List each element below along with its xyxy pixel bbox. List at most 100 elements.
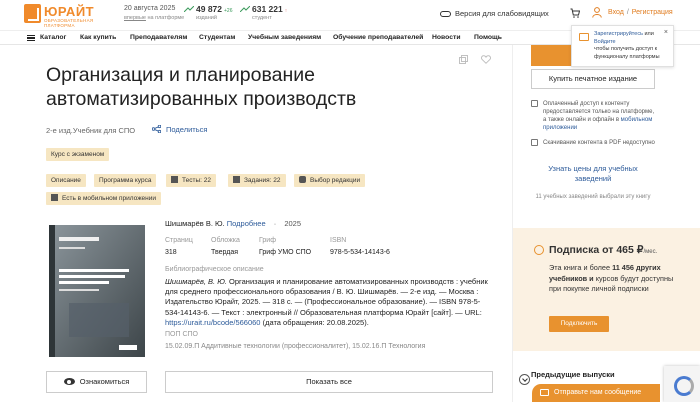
pages-value: 318 xyxy=(165,249,177,256)
subscription-per: /мес. xyxy=(643,249,658,255)
logo-icon xyxy=(24,4,41,23)
tab-tests-label: Тесты: 22 xyxy=(182,177,211,184)
recaptcha-badge[interactable] xyxy=(664,366,700,402)
chat-label: Отправьте нам сообщение xyxy=(554,389,642,396)
eye-icon xyxy=(63,378,75,385)
book-cover[interactable] xyxy=(49,225,145,357)
nav-item-help[interactable]: Помощь xyxy=(474,34,502,41)
book-open-icon xyxy=(579,33,589,41)
pop-value: 15.02.09.П Аддитивные технологии (профес… xyxy=(165,343,426,350)
show-all-button[interactable]: Показать все xyxy=(165,371,493,393)
stat-editions: 49 872 +26 изданий xyxy=(184,4,233,21)
nav-item-news[interactable]: Новости xyxy=(432,34,461,41)
tab-assignments-label: Задания: 22 xyxy=(244,177,281,184)
nav-item-teacher-training[interactable]: Обучение преподавателей xyxy=(333,34,423,41)
list-icon xyxy=(233,176,240,183)
exam-badge: Курс с экзаменом xyxy=(46,148,110,161)
tab-tests[interactable]: Тесты: 22 xyxy=(166,174,216,187)
author-name: Шишмарёв В. Ю. xyxy=(165,219,225,228)
cart-icon[interactable] xyxy=(570,8,580,18)
tooltip-login-link[interactable]: Войдите xyxy=(594,39,616,45)
chat-button[interactable]: Отправьте нам сообщение xyxy=(532,384,660,402)
date-sub-link[interactable]: впервые xyxy=(124,15,146,21)
stat-students: 631 221 ↑ студент xyxy=(240,4,288,21)
access-info: Оплаченный доступ к контенту предоставля… xyxy=(531,100,656,132)
nav-item-students[interactable]: Студентам xyxy=(199,34,235,41)
date-subtitle: впервые на платформе xyxy=(124,15,184,21)
grif-label: Гриф xyxy=(259,237,276,244)
login-link[interactable]: Вход xyxy=(608,9,624,16)
stat-editions-delta: +26 xyxy=(224,8,233,14)
current-date: 20 августа 2025 xyxy=(124,5,176,12)
page-title: Организация и планирование автоматизиров… xyxy=(46,64,357,110)
subscription-title: Подписка от 465 ₽/мес. xyxy=(549,244,657,256)
pages-label: Страниц xyxy=(165,237,193,244)
tooltip-register-link[interactable]: Зарегистрируйтесь xyxy=(594,31,643,37)
share-button[interactable]: Поделиться xyxy=(152,125,207,134)
bibliography-label: Библиографическое описание xyxy=(165,266,264,273)
trend-up-icon xyxy=(184,6,194,12)
nav-item-institutions[interactable]: Учебным заведениям xyxy=(248,34,321,41)
author-line: Шишмарёв В. Ю. Подробнее · 2025 xyxy=(165,219,302,228)
logo[interactable]: ЮРАЙТ ОБРАЗОВАТЕЛЬНАЯ ПЛАТФОРМА xyxy=(24,4,100,28)
author-more-link[interactable]: Подробнее xyxy=(227,219,266,228)
date-sub-suffix: на платформе xyxy=(145,15,185,21)
device-icon xyxy=(531,100,538,107)
tab-description[interactable]: Описание xyxy=(46,174,86,187)
preview-button[interactable]: Ознакомиться xyxy=(46,371,147,393)
logo-text: ЮРАЙТ xyxy=(44,4,95,19)
tooltip-text: чтобы получить доступ к функционалу плат… xyxy=(594,46,660,60)
publication-year: 2025 xyxy=(284,219,302,228)
trend-up-icon xyxy=(240,6,250,12)
download-icon xyxy=(531,139,538,146)
chevron-down-icon[interactable] xyxy=(519,374,530,385)
subscribe-button[interactable]: Подключить xyxy=(549,316,609,332)
pop-label: ПОП СПО xyxy=(165,331,198,338)
tooltip-or: или xyxy=(642,31,654,37)
menu-icon[interactable] xyxy=(27,35,35,41)
list-icon xyxy=(171,176,178,183)
preview-label: Ознакомиться xyxy=(79,377,130,386)
tab-assignments[interactable]: Задания: 22 xyxy=(228,174,286,187)
download-info-text: Скачивание контента в PDF недоступно xyxy=(543,140,655,146)
share-icon xyxy=(152,125,161,133)
buy-print-button[interactable]: Купить печатное издание xyxy=(531,69,655,89)
nav-item-catalog[interactable]: Каталог xyxy=(40,34,66,41)
favorite-heart-icon[interactable] xyxy=(481,55,491,64)
stat-students-label: студент xyxy=(252,15,272,21)
previous-issues-title[interactable]: Предыдущие выпуски xyxy=(531,370,615,379)
sub-text-a: Эта книга и более xyxy=(549,263,613,272)
grif-value: Гриф УМО СПО xyxy=(259,249,312,256)
mobile-app-badge[interactable]: Есть в мобильном приложении xyxy=(46,192,162,205)
nav-item-teachers[interactable]: Преподавателям xyxy=(130,34,187,41)
isbn-value: 978-5-534-14143-6 xyxy=(330,249,390,256)
auth-tooltip: × Зарегистрируйтесь или Войдите чтобы по… xyxy=(571,25,674,67)
download-info: Скачивание контента в PDF недоступно xyxy=(531,139,656,147)
copy-icon[interactable] xyxy=(459,55,468,64)
editors-choice-label: Выбор редакции xyxy=(310,177,361,184)
close-icon[interactable]: × xyxy=(664,29,668,37)
share-label: Поделиться xyxy=(166,125,208,134)
logo-tagline: ОБРАЗОВАТЕЛЬНАЯ ПЛАТФОРМА xyxy=(44,18,94,28)
bib-end: (дата обращения: 20.08.2025). xyxy=(260,317,369,327)
stat-editions-value: 49 872 xyxy=(196,4,222,14)
accessibility-label: Версия для слабовидящих xyxy=(455,9,549,18)
mobile-app-label: Есть в мобильном приложении xyxy=(62,195,157,202)
bib-url[interactable]: https://urait.ru/bcode/566060 xyxy=(165,318,260,327)
phone-icon xyxy=(51,194,58,201)
register-link[interactable]: Регистрация xyxy=(632,9,673,16)
user-icon[interactable] xyxy=(592,7,602,18)
stat-students-delta: ↑ xyxy=(284,8,288,14)
institution-prices-link[interactable]: Узнать цены для учебных заведений xyxy=(531,164,655,184)
accessibility-link[interactable]: Версия для слабовидящих xyxy=(440,9,549,18)
cover-value: Твердая xyxy=(211,249,239,256)
editors-choice-badge: Выбор редакции xyxy=(294,174,366,187)
check-circle-icon xyxy=(534,245,544,255)
message-icon xyxy=(540,389,549,396)
subscription-price: Подписка от 465 ₽ xyxy=(549,244,644,256)
tab-course-program[interactable]: Программа курса xyxy=(94,174,157,187)
stat-editions-label: изданий xyxy=(196,15,217,21)
cover-label: Обложка xyxy=(211,237,240,244)
auth-links: Вход / Регистрация xyxy=(608,9,673,16)
nav-item-how-to-buy[interactable]: Как купить xyxy=(80,34,116,41)
